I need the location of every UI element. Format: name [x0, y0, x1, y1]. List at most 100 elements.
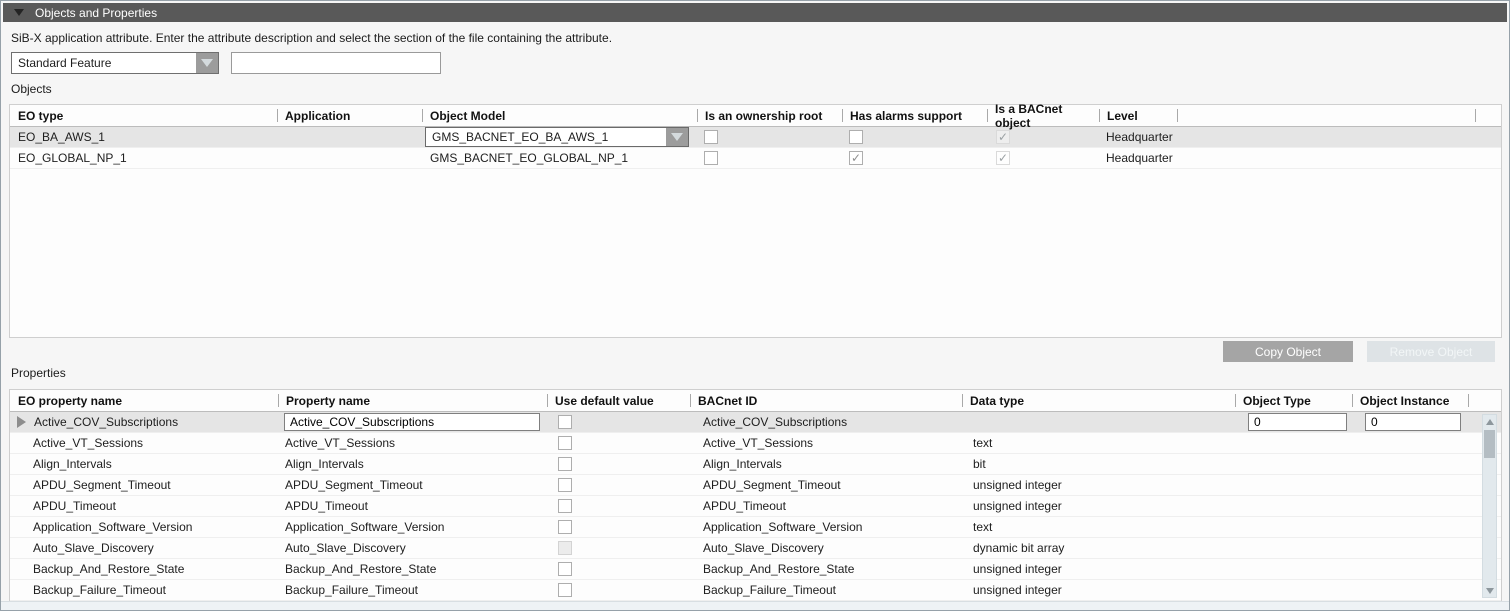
alarms-support-checkbox[interactable]	[849, 151, 863, 165]
object-type-cell[interactable]	[1235, 538, 1352, 558]
col-header-level[interactable]: Level	[1099, 105, 1177, 126]
object-instance-cell[interactable]	[1352, 580, 1468, 600]
copy-object-button[interactable]: Copy Object	[1223, 341, 1353, 362]
eo-type-cell[interactable]: EO_GLOBAL_NP_1	[10, 148, 277, 168]
col-header-eo-type[interactable]: EO type	[10, 105, 277, 126]
property-name-cell[interactable]: APDU_Timeout	[278, 496, 547, 516]
use-default-value-checkbox[interactable]	[558, 583, 572, 597]
property-row[interactable]: Backup_And_Restore_State Backup_And_Rest…	[10, 559, 1501, 580]
use-default-value-checkbox[interactable]	[558, 436, 572, 450]
property-row[interactable]: Backup_Failure_Timeout Backup_Failure_Ti…	[10, 580, 1501, 601]
col-header-object-instance[interactable]: Object Instance	[1352, 390, 1468, 411]
object-row[interactable]: EO_GLOBAL_NP_1 GMS_BACNET_EO_GLOBAL_NP_1…	[10, 148, 1501, 169]
panel-titlebar[interactable]: Objects and Properties	[3, 3, 1507, 22]
alarms-support-checkbox[interactable]	[849, 130, 863, 144]
eo-property-name-cell[interactable]: Active_VT_Sessions	[10, 433, 278, 453]
property-row[interactable]: Auto_Slave_Discovery Auto_Slave_Discover…	[10, 538, 1501, 559]
eo-property-name-cell[interactable]: Backup_Failure_Timeout	[10, 580, 278, 600]
eo-type-cell[interactable]: EO_BA_AWS_1	[10, 127, 277, 147]
eo-property-name-cell[interactable]: APDU_Timeout	[10, 496, 278, 516]
ownership-root-checkbox[interactable]	[704, 130, 718, 144]
scrollbar-thumb[interactable]	[1484, 430, 1495, 458]
scrollbar[interactable]	[1482, 414, 1497, 598]
col-header-is-ownership-root[interactable]: Is an ownership root	[697, 105, 842, 126]
object-model-cell[interactable]: GMS_BACNET_EO_GLOBAL_NP_1	[422, 148, 697, 168]
col-header-is-bacnet-object[interactable]: Is a BACnet object	[987, 105, 1099, 126]
col-header-application[interactable]: Application	[277, 105, 422, 126]
property-name-cell[interactable]: Align_Intervals	[278, 454, 547, 474]
object-type-cell[interactable]	[1235, 496, 1352, 516]
use-default-value-checkbox[interactable]	[558, 520, 572, 534]
object-instance-cell[interactable]	[1352, 454, 1468, 474]
eo-property-name-cell[interactable]: Active_COV_Subscriptions	[10, 412, 278, 432]
property-name-cell[interactable]: Backup_Failure_Timeout	[278, 580, 547, 600]
property-name-cell[interactable]: Backup_And_Restore_State	[278, 559, 547, 579]
col-header-use-default-value[interactable]: Use default value	[547, 390, 690, 411]
eo-property-name-cell[interactable]: Backup_And_Restore_State	[10, 559, 278, 579]
col-header-has-alarms-support[interactable]: Has alarms support	[842, 105, 987, 126]
col-header-property-name[interactable]: Property name	[278, 390, 547, 411]
property-row[interactable]: APDU_Segment_Timeout APDU_Segment_Timeou…	[10, 475, 1501, 496]
col-header-eo-property-name[interactable]: EO property name	[10, 390, 278, 411]
property-name-input[interactable]	[284, 413, 540, 431]
object-instance-cell[interactable]	[1352, 412, 1468, 432]
object-row[interactable]: EO_BA_AWS_1 GMS_BACNET_EO_BA_AWS_1 Headq…	[10, 127, 1501, 148]
object-model-select[interactable]: GMS_BACNET_EO_BA_AWS_1	[425, 127, 689, 147]
scroll-down-icon[interactable]	[1483, 584, 1496, 597]
object-instance-cell[interactable]	[1352, 559, 1468, 579]
use-default-value-checkbox[interactable]	[558, 415, 572, 429]
use-default-value-checkbox[interactable]	[558, 478, 572, 492]
object-instance-cell[interactable]	[1352, 517, 1468, 537]
object-instance-cell[interactable]	[1352, 538, 1468, 558]
application-cell[interactable]	[277, 127, 422, 147]
col-header-object-type[interactable]: Object Type	[1235, 390, 1352, 411]
object-type-cell[interactable]	[1235, 580, 1352, 600]
object-instance-cell[interactable]	[1352, 475, 1468, 495]
scroll-up-icon[interactable]	[1483, 415, 1496, 428]
object-model-cell[interactable]: GMS_BACNET_EO_BA_AWS_1	[422, 127, 697, 147]
col-header-data-type[interactable]: Data type	[962, 390, 1235, 411]
eo-property-name-cell[interactable]: Auto_Slave_Discovery	[10, 538, 278, 558]
property-name-cell[interactable]: Active_VT_Sessions	[278, 433, 547, 453]
ownership-root-cell	[697, 148, 842, 168]
use-default-value-checkbox[interactable]	[558, 541, 572, 555]
property-name-cell[interactable]	[278, 412, 547, 432]
object-type-cell[interactable]	[1235, 517, 1352, 537]
use-default-value-cell	[547, 496, 690, 516]
eo-property-name-cell[interactable]: Application_Software_Version	[10, 517, 278, 537]
property-row[interactable]: APDU_Timeout APDU_Timeout APDU_Timeout u…	[10, 496, 1501, 517]
use-default-value-checkbox[interactable]	[558, 499, 572, 513]
eo-property-name-cell[interactable]: APDU_Segment_Timeout	[10, 475, 278, 495]
object-type-cell[interactable]	[1235, 559, 1352, 579]
property-row[interactable]: Align_Intervals Align_Intervals Align_In…	[10, 454, 1501, 475]
chevron-down-icon[interactable]	[666, 128, 688, 146]
use-default-value-checkbox[interactable]	[558, 457, 572, 471]
attribute-description-input[interactable]	[231, 52, 441, 74]
bacnet-object-checkbox	[996, 130, 1010, 144]
property-row[interactable]: Active_COV_Subscriptions Active_COV_Subs…	[10, 412, 1501, 433]
object-type-input[interactable]	[1248, 413, 1347, 431]
application-cell[interactable]	[277, 148, 422, 168]
property-name-cell[interactable]: Application_Software_Version	[278, 517, 547, 537]
eo-property-name-text: Application_Software_Version	[33, 520, 192, 534]
ownership-root-checkbox[interactable]	[704, 151, 718, 165]
property-row[interactable]: Active_VT_Sessions Active_VT_Sessions Ac…	[10, 433, 1501, 454]
use-default-value-checkbox[interactable]	[558, 562, 572, 576]
section-select[interactable]: Standard Feature	[11, 52, 219, 74]
col-header-bacnet-id[interactable]: BACnet ID	[690, 390, 962, 411]
property-name-cell[interactable]: Auto_Slave_Discovery	[278, 538, 547, 558]
property-name-cell[interactable]: APDU_Segment_Timeout	[278, 475, 547, 495]
collapse-icon[interactable]	[14, 9, 24, 16]
chevron-down-icon[interactable]	[196, 53, 218, 73]
col-header-object-model[interactable]: Object Model	[422, 105, 697, 126]
object-type-cell[interactable]	[1235, 475, 1352, 495]
object-type-cell[interactable]	[1235, 454, 1352, 474]
property-row[interactable]: Application_Software_Version Application…	[10, 517, 1501, 538]
object-type-cell[interactable]	[1235, 433, 1352, 453]
eo-property-name-cell[interactable]: Align_Intervals	[10, 454, 278, 474]
expand-icon[interactable]	[17, 416, 26, 428]
object-instance-cell[interactable]	[1352, 433, 1468, 453]
object-instance-cell[interactable]	[1352, 496, 1468, 516]
object-type-cell[interactable]	[1235, 412, 1352, 432]
object-instance-input[interactable]	[1365, 413, 1461, 431]
